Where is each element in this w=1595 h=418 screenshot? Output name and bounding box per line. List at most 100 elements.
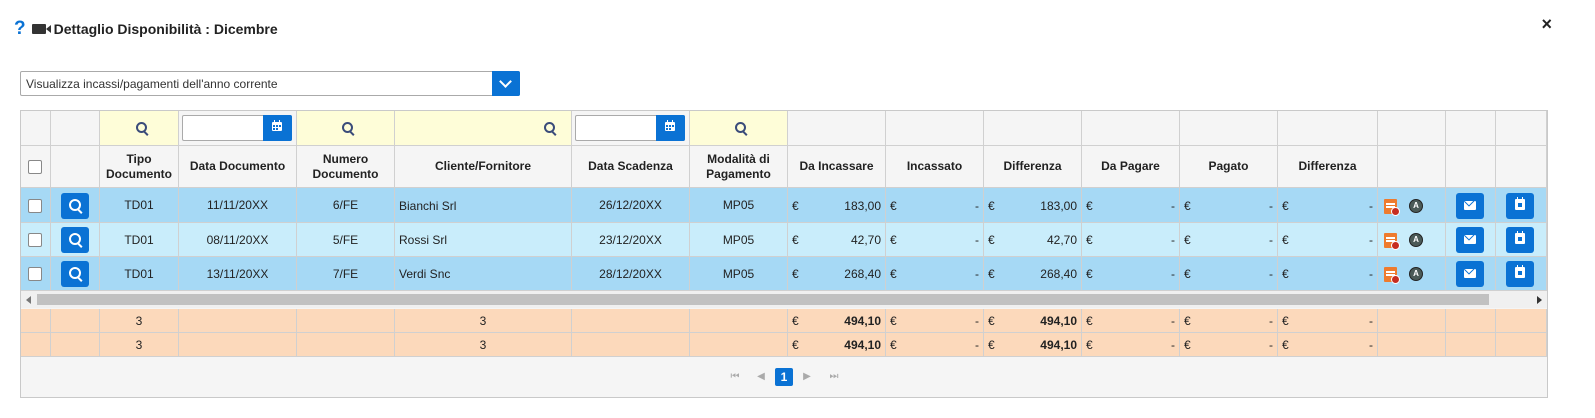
envelope-icon — [1464, 200, 1476, 210]
table-row-cell — [1496, 188, 1547, 223]
amount-value: - — [975, 198, 979, 213]
currency-symbol: € — [792, 314, 799, 328]
total-amount: - — [1269, 314, 1273, 328]
cell-text: 6/FE — [332, 198, 359, 212]
currency-symbol: € — [1184, 198, 1191, 213]
agency-icon[interactable] — [1409, 233, 1423, 247]
calendar-button[interactable] — [656, 115, 685, 141]
amount-value: 183,00 — [844, 198, 881, 213]
amount-value: 42,70 — [1046, 233, 1077, 247]
view-document-button[interactable] — [61, 227, 89, 253]
select-all-checkbox[interactable] — [28, 160, 42, 174]
cliente-text: Bianchi Srl — [399, 198, 457, 213]
table-row-cell: € - — [1278, 188, 1378, 223]
table-row-cell: €183,00 — [788, 188, 886, 223]
schedule-button[interactable] — [1506, 261, 1534, 287]
schedule-button[interactable] — [1506, 192, 1534, 219]
table-row-cell: € - — [886, 223, 984, 257]
amount-value: 42,70 — [850, 233, 881, 247]
dialog-header: ? Dettaglio Disponibilità : Dicembre — [14, 18, 278, 40]
video-camera-icon[interactable] — [31, 24, 51, 34]
currency-symbol: € — [988, 233, 995, 247]
data-documento-filter[interactable] — [182, 115, 292, 141]
table-row-cell — [51, 188, 100, 223]
cell-text: 5/FE — [332, 232, 359, 247]
currency-symbol: € — [890, 338, 897, 352]
prev-page-button[interactable]: ◀ — [753, 369, 769, 385]
document-pdf-icon[interactable] — [1384, 198, 1400, 216]
table-row-cell: € - — [1180, 188, 1278, 223]
search-icon[interactable] — [544, 122, 555, 133]
chevron-down-icon[interactable] — [492, 71, 520, 96]
currency-symbol: € — [1184, 314, 1191, 328]
next-page-button[interactable]: ▶ — [799, 369, 815, 385]
row-checkbox[interactable] — [28, 267, 42, 281]
help-icon[interactable]: ? — [14, 19, 26, 38]
calendar-icon — [1515, 196, 1525, 210]
row-checkbox[interactable] — [28, 233, 42, 247]
table-row-cell — [21, 223, 51, 257]
last-page-button[interactable]: ⏭ — [826, 369, 842, 385]
scroll-left-icon[interactable] — [26, 296, 31, 304]
column-header-label: Da Incassare — [799, 159, 874, 173]
currency-symbol: € — [792, 233, 799, 247]
page-1-button[interactable]: 1 — [775, 368, 793, 386]
calendar-button[interactable] — [263, 115, 292, 141]
totals-cell: € - — [1082, 333, 1180, 357]
column-header: Tipo Documento — [100, 146, 179, 188]
view-document-button[interactable] — [61, 261, 89, 287]
table-row-cell: Rossi Srl — [395, 223, 572, 257]
agency-icon[interactable] — [1409, 267, 1423, 281]
currency-symbol: € — [792, 338, 799, 352]
close-icon[interactable]: × — [1541, 14, 1552, 34]
filter-cell — [21, 111, 51, 146]
column-header: Pagato — [1180, 146, 1278, 188]
totals-cell — [179, 333, 297, 357]
first-page-button[interactable]: ⏮ — [727, 369, 743, 385]
column-header-label: Incassato — [906, 159, 963, 173]
period-select[interactable]: Visualizza incassi/pagamenti dell'anno c… — [20, 71, 520, 96]
send-email-button[interactable] — [1456, 261, 1484, 287]
scrollbar-thumb[interactable] — [37, 294, 1489, 305]
table-row-cell: Bianchi Srl — [395, 188, 572, 223]
column-header-label: Data Documento — [189, 159, 286, 173]
table-row-cell: €42,70 — [788, 223, 886, 257]
horizontal-scrollbar[interactable] — [21, 291, 1547, 308]
document-pdf-icon[interactable] — [1384, 267, 1400, 284]
total-amount: 494,10 — [844, 338, 881, 352]
filter-cell — [690, 111, 788, 146]
totals-cell — [1378, 309, 1446, 333]
total-amount: 494,10 — [1040, 314, 1077, 328]
totals-cell — [51, 309, 100, 333]
agency-icon[interactable] — [1409, 198, 1423, 213]
currency-symbol: € — [890, 314, 897, 328]
cell-text: MP05 — [722, 266, 755, 281]
column-header: Numero Documento — [297, 146, 395, 188]
column-header-label: Tipo Documento — [106, 151, 172, 181]
send-email-button[interactable] — [1456, 192, 1484, 219]
cell-text: 26/12/20XX — [599, 198, 662, 212]
row-checkbox[interactable] — [28, 198, 42, 213]
total-count: 3 — [479, 337, 487, 352]
view-document-button[interactable] — [61, 192, 89, 219]
total-amount: - — [1369, 314, 1373, 328]
scroll-right-icon[interactable] — [1537, 296, 1542, 304]
totals-cell — [1496, 333, 1547, 357]
data-scadenza-filter[interactable] — [575, 115, 685, 141]
table-row-cell — [21, 257, 51, 291]
totals-cell — [690, 309, 788, 333]
search-icon[interactable] — [342, 122, 353, 133]
search-icon[interactable] — [135, 122, 147, 133]
totals-cell: € - — [1278, 309, 1378, 333]
column-header-label: Data Scadenza — [588, 159, 673, 173]
column-header-label: Pagato — [1208, 159, 1249, 173]
table-row-cell: € - — [886, 257, 984, 291]
column-header-label: Modalità di Pagamento — [706, 151, 771, 181]
search-icon[interactable] — [735, 122, 746, 133]
schedule-button[interactable] — [1506, 227, 1534, 253]
totals-cell: 3 — [100, 309, 179, 333]
currency-symbol: € — [1184, 267, 1191, 281]
document-pdf-icon[interactable] — [1384, 233, 1400, 250]
amount-value: - — [1171, 267, 1175, 281]
send-email-button[interactable] — [1456, 227, 1484, 253]
